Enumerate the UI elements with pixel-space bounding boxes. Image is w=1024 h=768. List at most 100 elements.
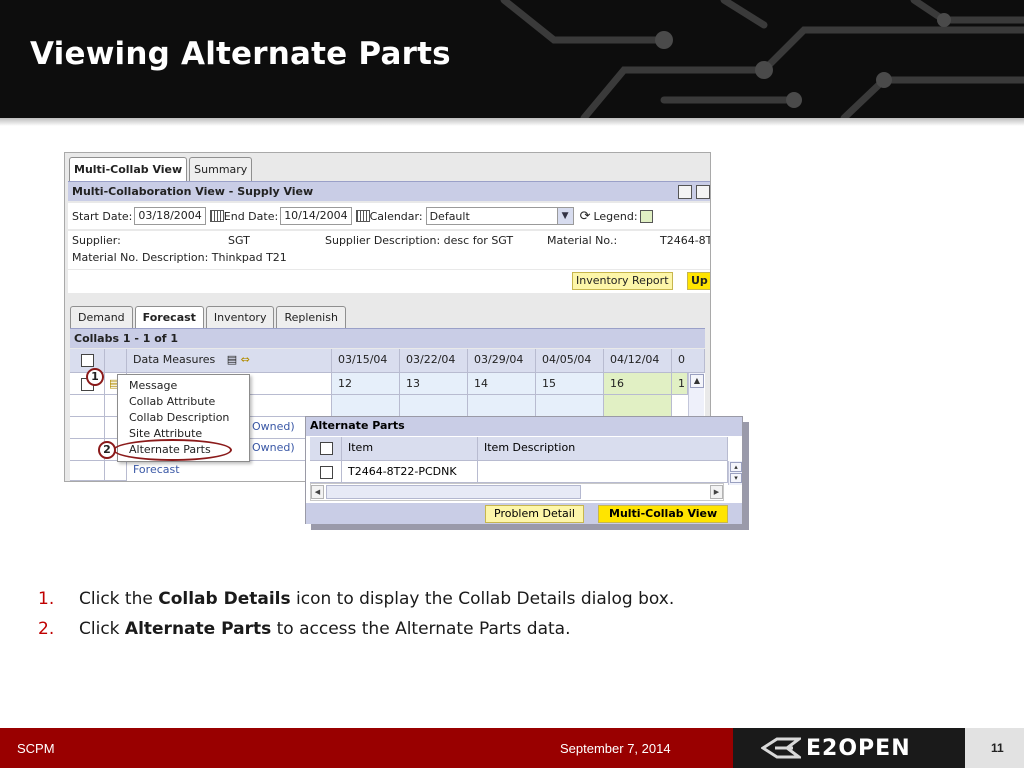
tab-demand[interactable]: Demand xyxy=(70,306,133,328)
update-button[interactable]: Up xyxy=(687,272,710,290)
date-col-header: 0 xyxy=(672,349,705,373)
report-button-strip: Inventory Report Up xyxy=(68,270,710,293)
supplier-row: Supplier: SGT Supplier Description: desc… xyxy=(72,233,710,249)
footer-date: September 7, 2014 xyxy=(560,741,671,756)
empty-cell xyxy=(400,395,468,417)
step-badge-1: 1 xyxy=(86,368,104,386)
select-all-checkbox[interactable] xyxy=(81,353,94,367)
date-col-header: 03/29/04 xyxy=(468,349,536,373)
owned-label: Owned) xyxy=(252,420,295,433)
scroll-up-button[interactable]: ▲ xyxy=(690,374,704,388)
scroll-left-button[interactable]: ◀ xyxy=(311,485,324,499)
supplier-label: Supplier: xyxy=(72,234,121,247)
empty-cell xyxy=(70,461,105,481)
view-toolbar xyxy=(678,185,710,199)
supplier-info: Supplier: SGT Supplier Description: desc… xyxy=(68,231,710,269)
forecast-link[interactable]: Forecast xyxy=(133,463,180,476)
date-col-header: 03/22/04 xyxy=(400,349,468,373)
slide-title: Viewing Alternate Parts xyxy=(30,36,451,72)
menu-item-collab-description[interactable]: Collab Description xyxy=(118,410,249,426)
legend-label: Legend: xyxy=(593,209,638,223)
date-col-header: 04/05/04 xyxy=(536,349,604,373)
alt-vertical-scrollbar[interactable]: ▴ ▾ xyxy=(728,461,742,485)
grid-value[interactable]: 16 xyxy=(604,373,672,395)
collabs-count-bar: Collabs 1 - 1 of 1 xyxy=(70,328,705,348)
empty-cell xyxy=(70,417,105,439)
scroll-up-button[interactable]: ▴ xyxy=(730,462,742,472)
chevron-down-icon: ▼ xyxy=(556,208,573,224)
material-description: Material No. Description: Thinkpad T21 xyxy=(72,251,287,264)
footer-label: SCPM xyxy=(17,741,55,756)
alt-item-header: Item xyxy=(342,437,478,461)
step-text-pre: Click the xyxy=(79,589,159,609)
date-col-header: 03/15/04 xyxy=(332,349,400,373)
alt-select-all-cell xyxy=(310,437,342,461)
end-date-input[interactable]: 10/14/2004 xyxy=(280,207,352,225)
measure-tab-bar: Demand Forecast Inventory Replenish xyxy=(70,306,346,328)
tab-summary[interactable]: Summary xyxy=(189,157,253,181)
data-measures-label: Data Measures xyxy=(133,353,216,366)
step-text: Click the Collab Details icon to display… xyxy=(79,584,674,614)
empty-cell xyxy=(536,395,604,417)
calendar-icon[interactable] xyxy=(209,210,224,222)
grid-value[interactable]: 15 xyxy=(536,373,604,395)
inventory-report-button[interactable]: Inventory Report xyxy=(572,272,673,290)
top-tab-bar: Multi-Collab View Summary xyxy=(69,157,253,181)
grid-value[interactable]: 13 xyxy=(400,373,468,395)
end-date-label: End Date: xyxy=(223,209,279,223)
grid-value[interactable]: 14 xyxy=(468,373,536,395)
export-icon[interactable] xyxy=(696,185,710,199)
alt-row-checkbox[interactable] xyxy=(320,465,333,479)
expand-arrows-icon[interactable]: ⇔ xyxy=(241,353,250,366)
material-no-value: T2464-8T xyxy=(660,234,711,247)
refresh-icon[interactable]: ⟳ xyxy=(580,209,591,224)
tab-multi-collab-view[interactable]: Multi-Collab View xyxy=(69,157,188,181)
start-date-label: Start Date: xyxy=(72,209,133,223)
menu-item-message[interactable]: Message xyxy=(118,378,249,394)
empty-cell xyxy=(604,395,672,417)
alt-description-value xyxy=(478,461,728,483)
problem-detail-button[interactable]: Problem Detail xyxy=(485,505,584,523)
calendar-icon[interactable] xyxy=(355,210,370,222)
page-number: 11 xyxy=(991,741,1004,755)
view-title-bar: Multi-Collaboration View - Supply View xyxy=(68,181,710,201)
grid-value[interactable]: 1 xyxy=(672,373,688,395)
step-text-post: icon to display the Collab Details dialo… xyxy=(290,589,675,609)
grid-value[interactable]: 12 xyxy=(332,373,400,395)
chart-icon[interactable] xyxy=(678,185,692,199)
step-text-pre: Click xyxy=(79,619,125,639)
e2open-logo-mark xyxy=(761,737,801,759)
grid-options-icon[interactable]: ▤ xyxy=(227,353,237,366)
alternate-parts-header: Item Item Description xyxy=(310,437,728,461)
step-text: Click Alternate Parts to access the Alte… xyxy=(79,614,570,644)
date-filter-row: Start Date: 03/18/2004 End Date: 10/14/2… xyxy=(68,203,710,229)
supplier-description: Supplier Description: desc for SGT xyxy=(325,234,514,247)
empty-cell xyxy=(468,395,536,417)
scroll-thumb[interactable] xyxy=(326,485,581,499)
menu-item-collab-attribute[interactable]: Collab Attribute xyxy=(118,394,249,410)
start-date-input[interactable]: 03/18/2004 xyxy=(134,207,206,225)
tab-forecast[interactable]: Forecast xyxy=(134,306,204,328)
calendar-label: Calendar: xyxy=(369,209,423,223)
material-no-label: Material No.: xyxy=(547,234,618,247)
tab-replenish[interactable]: Replenish xyxy=(276,306,346,328)
icon-col-header xyxy=(105,349,127,373)
view-title: Multi-Collaboration View - Supply View xyxy=(72,185,314,198)
alternate-parts-row: T2464-8T22-PCDNK xyxy=(310,461,728,483)
tab-inventory[interactable]: Inventory xyxy=(205,306,275,328)
alt-item-value: T2464-8T22-PCDNK xyxy=(342,461,478,483)
alt-select-all-checkbox[interactable] xyxy=(320,441,333,455)
alt-row-select-cell xyxy=(310,461,342,483)
instruction-list: 1. Click the Collab Details icon to disp… xyxy=(38,584,674,644)
instruction-step: 2. Click Alternate Parts to access the A… xyxy=(38,614,674,644)
scroll-down-button[interactable]: ▾ xyxy=(730,473,742,483)
alternate-parts-footer: Problem Detail Multi-Collab View xyxy=(306,503,742,524)
step-number: 2. xyxy=(38,619,55,639)
legend-swatch xyxy=(639,209,653,223)
multi-collab-view-button[interactable]: Multi-Collab View xyxy=(598,505,729,523)
alt-horizontal-scrollbar[interactable]: ◀ ▶ xyxy=(310,483,724,501)
grid-header-row: Data Measures ▤ ⇔ 03/15/04 03/22/04 03/2… xyxy=(70,349,705,373)
calendar-select[interactable]: Default ▼ xyxy=(425,207,574,225)
alternate-parts-dialog: Alternate Parts Item Item Description T2… xyxy=(305,416,743,524)
scroll-right-button[interactable]: ▶ xyxy=(710,485,723,499)
